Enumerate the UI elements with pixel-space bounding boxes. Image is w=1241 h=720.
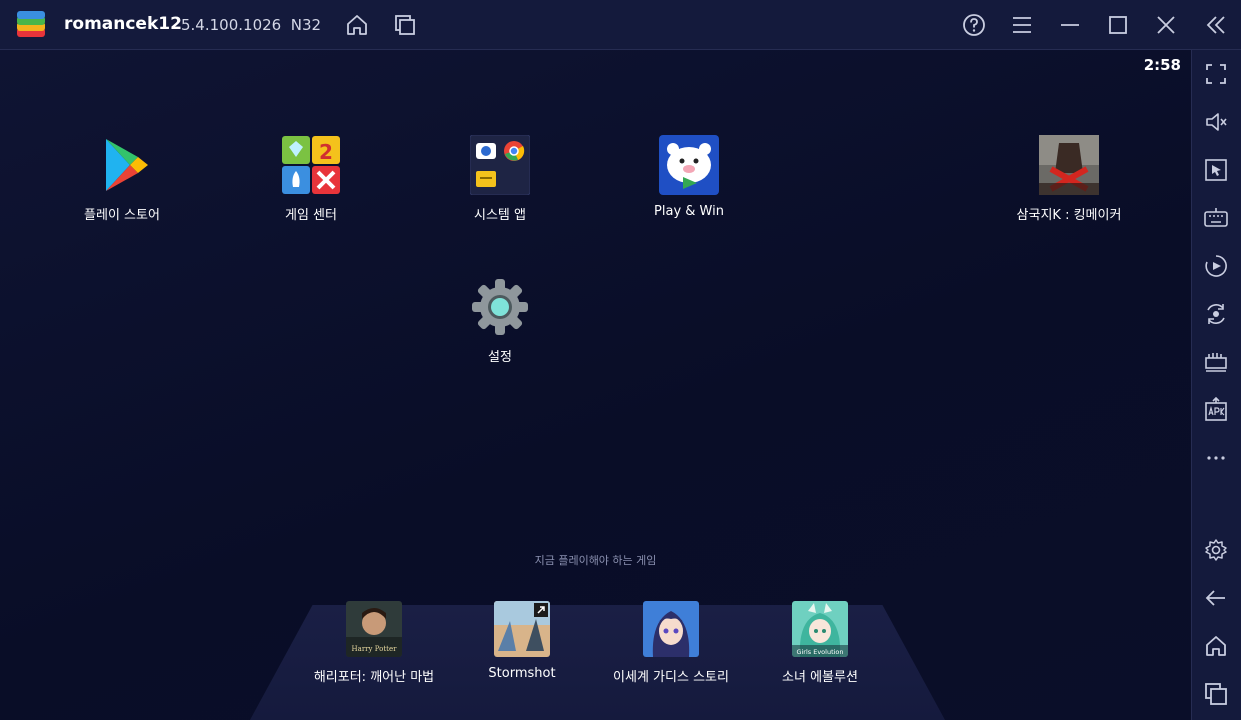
- harry-potter-game-icon: Harry Potter: [346, 601, 402, 657]
- recent-game-stormshot[interactable]: Stormshot: [447, 601, 597, 681]
- close-icon[interactable]: [1153, 12, 1179, 38]
- recent-game-girls-evolution[interactable]: Girls Evolution 소녀 에볼루션: [745, 601, 895, 685]
- build-label: N32: [290, 16, 322, 34]
- stormshot-game-icon: [494, 601, 550, 657]
- harry-potter-logo-text: Harry Potter: [352, 645, 398, 653]
- volume-icon[interactable]: [1203, 109, 1229, 135]
- multi-instance-icon[interactable]: [392, 12, 418, 38]
- apk-icon[interactable]: [1203, 397, 1229, 423]
- recent-game-goddess-story[interactable]: 이세계 가디스 스토리: [596, 601, 746, 685]
- app-label: 삼국지K : 킹메이커: [1016, 208, 1122, 223]
- back-icon[interactable]: [1203, 585, 1229, 611]
- more-icon[interactable]: [1203, 445, 1229, 471]
- recent-game-label: 해리포터: 깨어난 마법: [313, 670, 435, 685]
- record-icon[interactable]: [1203, 253, 1229, 279]
- svg-text:2: 2: [319, 140, 333, 164]
- pointer-icon[interactable]: [1203, 157, 1229, 183]
- girls-evolution-logo-text: Girls Evolution: [796, 648, 843, 656]
- play-and-win-icon: [659, 135, 719, 195]
- instance-name: romancek12: [64, 14, 182, 34]
- goddess-story-game-icon: [643, 601, 699, 657]
- game-center-icon: 2: [281, 135, 341, 195]
- app-label: 게임 센터: [285, 208, 337, 223]
- bluestacks-logo: [14, 9, 48, 41]
- version-number: 5.4.100.1026: [181, 16, 282, 34]
- app-settings[interactable]: 설정: [425, 277, 575, 365]
- minimize-icon[interactable]: [1057, 12, 1083, 38]
- version-label: 5.4.100.1026 N32: [181, 16, 321, 34]
- status-clock: 2:58: [1143, 56, 1181, 74]
- right-toolbar: [1191, 50, 1241, 720]
- app-system-apps-folder[interactable]: 시스템 앱: [425, 134, 575, 223]
- girls-evolution-game-icon: Girls Evolution: [792, 601, 848, 657]
- maximize-icon[interactable]: [1105, 12, 1131, 38]
- app-play-store[interactable]: 플레이 스토어: [47, 135, 197, 223]
- recent-apps-icon[interactable]: [1203, 681, 1229, 707]
- home-icon[interactable]: [1203, 633, 1229, 659]
- recent-games-title: 지금 플레이해야 하는 게임: [534, 554, 657, 567]
- android-home-screen: 2:58 플레이 스토어 2 게임 센터 시스템 앱 Play & Win 삼국…: [0, 50, 1191, 720]
- app-label: 플레이 스토어: [84, 208, 160, 223]
- app-play-and-win[interactable]: Play & Win: [614, 135, 764, 219]
- recent-game-label: 이세계 가디스 스토리: [613, 670, 729, 685]
- home-icon[interactable]: [344, 12, 370, 38]
- keyboard-icon[interactable]: [1203, 205, 1229, 231]
- kingmaker-game-icon: [1039, 135, 1099, 195]
- macro-icon[interactable]: [1203, 349, 1229, 375]
- play-store-icon: [92, 135, 152, 195]
- settings-icon: [470, 277, 530, 337]
- recent-game-harry-potter[interactable]: Harry Potter 해리포터: 깨어난 마법: [299, 601, 449, 685]
- app-label: 시스템 앱: [474, 208, 526, 223]
- recent-game-label: Stormshot: [488, 666, 556, 681]
- menu-icon[interactable]: [1009, 12, 1035, 38]
- rotate-icon[interactable]: [1203, 301, 1229, 327]
- app-label: Play & Win: [654, 204, 724, 219]
- fullscreen-icon[interactable]: [1203, 61, 1229, 87]
- title-bar: romancek12 5.4.100.1026 N32: [0, 0, 1241, 50]
- help-icon[interactable]: [961, 12, 987, 38]
- system-apps-icon: [469, 134, 531, 196]
- app-kingmaker[interactable]: 삼국지K : 킹메이커: [994, 135, 1144, 223]
- settings-icon[interactable]: [1203, 537, 1229, 563]
- app-game-center[interactable]: 2 게임 센터: [236, 135, 386, 223]
- recent-game-label: 소녀 에볼루션: [782, 670, 858, 685]
- app-label: 설정: [488, 350, 512, 365]
- collapse-sidebar-icon[interactable]: [1203, 12, 1229, 38]
